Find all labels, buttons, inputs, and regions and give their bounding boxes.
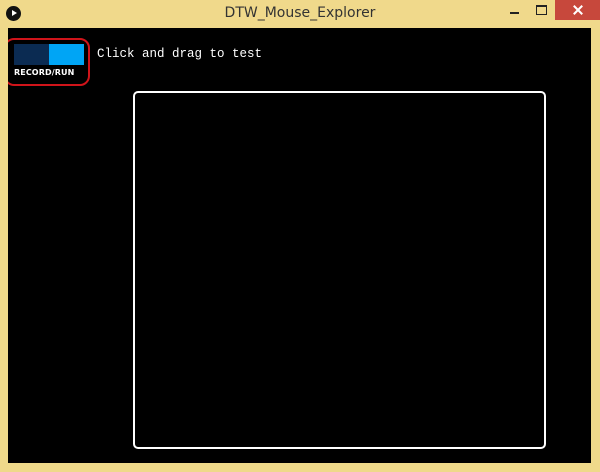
minimize-icon[interactable] (501, 0, 528, 20)
maximize-icon[interactable] (528, 0, 555, 20)
drawing-area[interactable] (133, 91, 546, 449)
close-icon[interactable] (555, 0, 600, 20)
window-controls (501, 0, 600, 20)
annotation-highlight (8, 38, 90, 86)
instruction-text: Click and drag to test (97, 47, 263, 61)
sketch-canvas[interactable]: RECORD/RUN Click and drag to test (8, 28, 591, 463)
title-bar[interactable]: DTW_Mouse_Explorer (0, 0, 600, 28)
app-window: DTW_Mouse_Explorer RECORD/RUN Click and … (0, 0, 600, 472)
